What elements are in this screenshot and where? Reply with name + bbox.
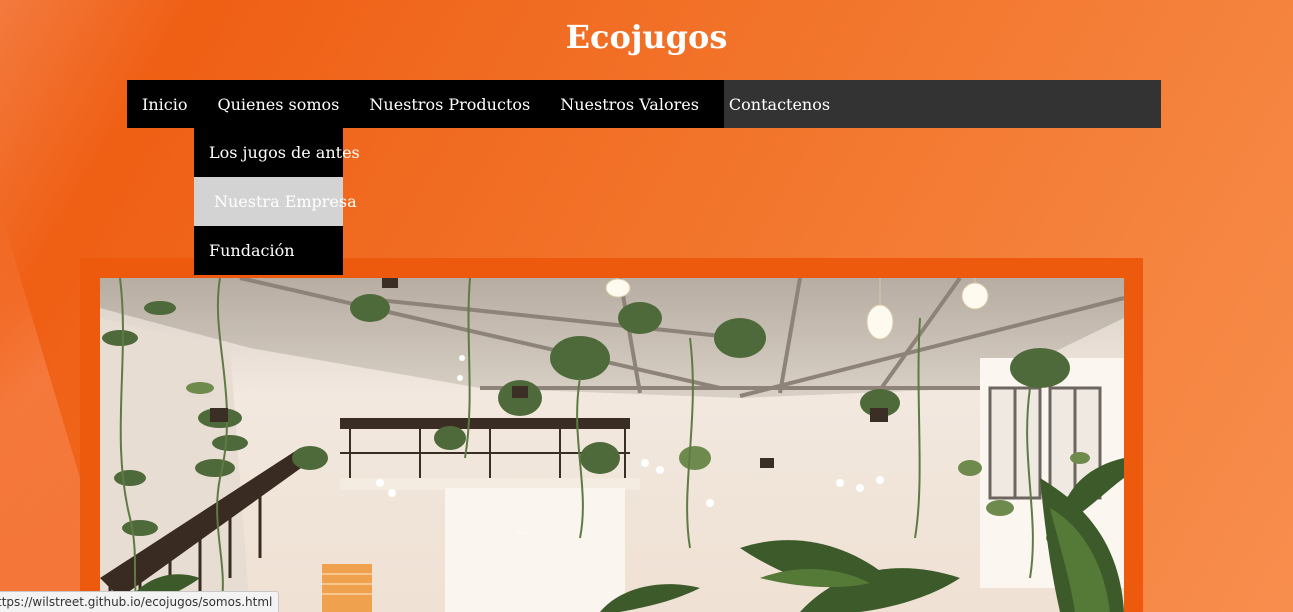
interior-plants-photo: ~~ [100, 278, 1124, 612]
status-url: ttps://wilstreet.github.io/ecojugos/somo… [0, 595, 273, 609]
hero-image: ~~ [100, 278, 1124, 612]
svg-text:~~: ~~ [515, 528, 532, 539]
main-navbar: Inicio Quienes somos Nuestros Productos … [127, 80, 1161, 128]
dropdown-item-nuestra-empresa[interactable]: Nuestra Empresa [194, 177, 357, 226]
dropdown-item-los-jugos-de-antes[interactable]: Los jugos de antes [194, 128, 360, 177]
browser-status-bar: ttps://wilstreet.github.io/ecojugos/somo… [0, 591, 280, 612]
site-title: Ecojugos [565, 18, 728, 56]
nav-item-inicio[interactable]: Inicio [127, 80, 202, 128]
nav-menu: Inicio Quienes somos Nuestros Productos … [127, 80, 830, 128]
nav-item-nuestros-productos[interactable]: Nuestros Productos [354, 80, 545, 128]
dropdown-item-fundacion[interactable]: Fundación [194, 226, 343, 275]
quienes-somos-dropdown: Los jugos de antes Nuestra Empresa Funda… [194, 128, 360, 275]
nav-item-nuestros-valores[interactable]: Nuestros Valores [545, 80, 714, 128]
nav-item-quienes-somos[interactable]: Quienes somos [202, 80, 355, 128]
nav-item-contactenos[interactable]: Contactenos [714, 80, 845, 128]
